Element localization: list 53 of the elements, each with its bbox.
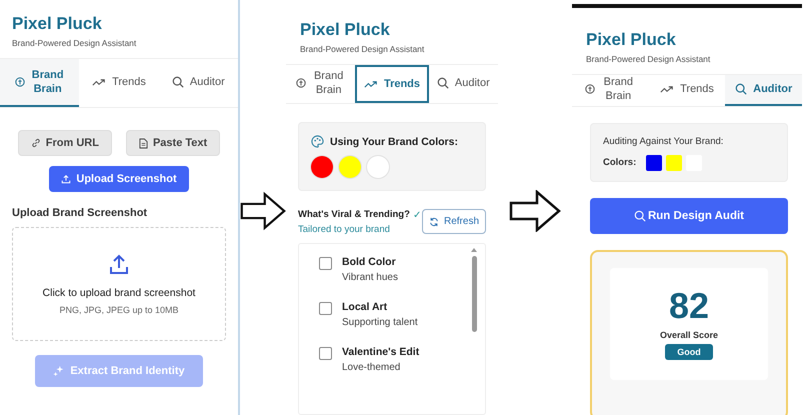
app-title: Pixel Pluck	[12, 14, 103, 34]
checkbox[interactable]	[319, 302, 332, 315]
trend-name: Valentine's Edit	[342, 346, 420, 358]
section-heading: What's Viral & Trending?	[298, 209, 410, 221]
tab[interactable]: Auditor	[725, 75, 802, 106]
checkbox[interactable]	[319, 347, 332, 360]
trend-description: Love-themed	[342, 362, 402, 373]
source-button[interactable]: From URL	[18, 130, 112, 156]
colors-label: Colors:	[603, 157, 636, 168]
upload-dropzone[interactable]: Click to upload brand screenshot PNG, JPG, JPEG up to 10MB	[12, 227, 226, 341]
trend-icon	[92, 78, 106, 86]
rating-badge: Good	[665, 344, 713, 360]
dropzone-hint: PNG, JPG, JPEG up to 10MB	[59, 305, 179, 315]
app-subtitle: Brand-Powered Design Assistant	[12, 38, 138, 48]
trend-icon	[660, 84, 674, 94]
checkbox[interactable]	[319, 257, 332, 270]
link-icon	[30, 138, 41, 148]
search-icon	[735, 83, 748, 96]
score-value: 82	[668, 288, 710, 324]
trend-description: Supporting talent	[342, 317, 418, 328]
sparkle-icon	[53, 365, 66, 377]
tab[interactable]: Brand Brain	[0, 59, 80, 107]
app-title: Pixel Pluck	[586, 30, 677, 50]
tab[interactable]: Trends	[355, 65, 429, 103]
search-icon	[436, 77, 449, 89]
upload-icon	[61, 174, 72, 184]
trend-icon	[364, 80, 378, 88]
trend-name: Bold Color	[342, 256, 397, 268]
document-icon	[138, 138, 148, 148]
section-label: Upload Brand Screenshot	[12, 207, 148, 219]
check-mark: ✓	[412, 209, 421, 221]
refresh-icon	[428, 216, 439, 226]
upload-icon	[107, 253, 131, 277]
app-title: Pixel Pluck	[300, 20, 391, 40]
run-audit-button[interactable]: Run Design Audit	[590, 198, 788, 234]
trend-name: Local Art	[342, 301, 388, 313]
trend-description: Vibrant hues	[342, 272, 398, 283]
scroll-up-icon[interactable]	[471, 248, 477, 252]
source-button[interactable]: Paste Text	[126, 130, 220, 156]
dropzone-title: Click to upload brand screenshot	[42, 287, 196, 299]
right-arrow-icon	[509, 190, 561, 232]
app-subtitle: Brand-Powered Design Assistant	[300, 44, 426, 54]
palette-icon	[311, 135, 324, 148]
colors-label: Using Your Brand Colors:	[330, 136, 458, 148]
refresh-button[interactable]: Refresh	[422, 209, 486, 234]
score-label: Overall Score	[660, 330, 718, 340]
search-icon	[172, 76, 184, 88]
audit-label: Auditing Against Your Brand:	[603, 136, 724, 147]
right-arrow-icon	[240, 190, 286, 232]
app-subtitle: Brand-Powered Design Assistant	[586, 54, 712, 64]
tagline: Tailored to your brand	[298, 224, 391, 235]
search-icon	[634, 210, 646, 222]
upload-screenshot-button[interactable]: Upload Screenshot	[49, 166, 189, 192]
